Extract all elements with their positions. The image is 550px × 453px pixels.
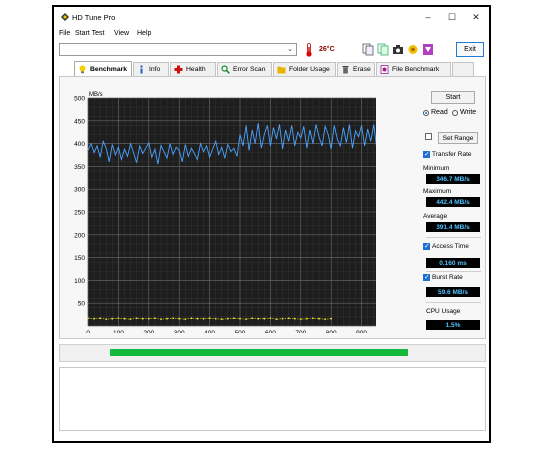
y-left-tick-label: 250 <box>74 210 85 217</box>
read-label: Read <box>431 109 448 116</box>
cpu-usage-label: CPU Usage <box>426 308 461 315</box>
menu-start-test[interactable]: Start Test <box>75 30 104 37</box>
menu-bar: File Start Test View Help <box>54 28 489 40</box>
tab-label: Erase <box>353 66 371 73</box>
folder-icon <box>277 66 286 74</box>
minimum-label: Minimum <box>423 165 450 172</box>
x-tick-label: 400 <box>204 330 215 333</box>
tab-file-benchmark[interactable]: File Benchmark <box>376 62 451 76</box>
drive-select[interactable]: ⌄ <box>59 43 297 56</box>
tab-folder-usage[interactable]: Folder Usage <box>273 62 336 76</box>
x-tick-label: 600 <box>265 330 276 333</box>
tab-label: Benchmark <box>90 65 128 73</box>
y-left-tick-label: 450 <box>74 118 85 125</box>
tab-label: Folder Usage <box>289 66 330 73</box>
transfer-rate-label: Transfer Rate <box>432 151 472 158</box>
y-left-tick-label: 200 <box>74 232 85 239</box>
tab-label: Health <box>186 66 206 73</box>
y-left-tick-label: 350 <box>74 164 85 171</box>
y-left-tick-label: 100 <box>74 278 85 285</box>
health-cross-icon <box>174 65 183 74</box>
file-benchmark-icon <box>380 65 389 74</box>
x-tick-label: 900 <box>356 330 367 333</box>
minimum-value: 346.7 MB/s <box>426 174 480 184</box>
lightbulb-icon <box>79 65 86 73</box>
y-left-tick-label: 150 <box>74 255 85 262</box>
info-icon <box>140 65 143 74</box>
burst-rate-checkbox[interactable] <box>423 273 430 281</box>
copy-info-icon[interactable] <box>377 43 389 56</box>
divider <box>426 271 481 272</box>
trash-icon <box>342 66 349 74</box>
chevron-down-icon: ⌄ <box>287 46 293 53</box>
minimize-button[interactable]: – <box>416 10 440 24</box>
tab-overflow[interactable] <box>452 62 474 76</box>
x-tick-label: 200 <box>143 330 154 333</box>
y-left-tick-label: 400 <box>74 141 85 148</box>
options-icon[interactable] <box>407 43 419 56</box>
access-time-checkbox[interactable] <box>423 242 430 250</box>
magnifier-icon <box>221 65 230 74</box>
app-logo-icon <box>61 13 69 21</box>
write-label: Write <box>460 109 477 116</box>
y-left-tick-label: 500 <box>74 96 85 103</box>
average-value: 391.4 MB/s <box>426 222 480 232</box>
transfer-rate-checkbox[interactable] <box>423 150 430 158</box>
x-tick-label: 0 <box>86 330 90 333</box>
write-radio[interactable]: Write <box>452 109 476 116</box>
screenshot-icon[interactable] <box>392 43 404 56</box>
menu-help[interactable]: Help <box>137 30 151 37</box>
menu-view[interactable]: View <box>114 30 129 37</box>
tab-label: Info <box>149 66 161 73</box>
x-tick-label: 100 <box>113 330 124 333</box>
progress-bar <box>110 349 408 356</box>
tab-benchmark[interactable]: Benchmark <box>74 61 132 76</box>
benchmark-chart: 500450400350300250200150100505.004.504.0… <box>74 92 376 333</box>
start-button[interactable]: Start <box>431 91 475 104</box>
copy-text-icon[interactable] <box>362 43 374 56</box>
maximum-label: Maximum <box>423 188 452 195</box>
title-bar: HD Tune Pro – ☐ ✕ <box>54 7 489 27</box>
window-title: HD Tune Pro <box>72 13 116 22</box>
tab-info[interactable]: Info <box>133 62 169 76</box>
burst-rate-value: 59.6 MB/s <box>426 287 480 297</box>
radio-empty-icon <box>452 109 458 116</box>
divider <box>426 302 481 303</box>
progress-area <box>59 344 486 362</box>
tab-label: Error Scan <box>233 66 266 73</box>
thermometer-icon <box>306 43 312 57</box>
tab-bar: Benchmark Info Health Error Scan Folder … <box>66 61 486 76</box>
maximum-value: 442.4 MB/s <box>426 197 480 207</box>
x-tick-label: 500 <box>235 330 246 333</box>
y-left-tick-label: 50 <box>78 301 86 308</box>
radio-selected-icon <box>423 109 429 116</box>
divider <box>426 237 481 238</box>
maximize-button[interactable]: ☐ <box>440 10 464 24</box>
burst-rate-label: Burst Rate <box>432 274 463 281</box>
log-area <box>59 367 486 431</box>
set-range-checkbox[interactable] <box>425 133 432 140</box>
tab-label: File Benchmark <box>392 66 440 73</box>
average-label: Average <box>423 213 448 220</box>
x-tick-label: 700 <box>295 330 306 333</box>
exit-button[interactable]: Exit <box>456 42 484 57</box>
x-tick-label: 300 <box>174 330 185 333</box>
progress-fill <box>110 349 408 356</box>
y-left-tick-label: 300 <box>74 187 85 194</box>
temperature-readout: 26°C <box>319 46 335 53</box>
menu-file[interactable]: File <box>59 30 70 37</box>
tab-health[interactable]: Health <box>170 62 216 76</box>
access-time-label: Access Time <box>432 243 469 250</box>
tab-erase[interactable]: Erase <box>337 62 375 76</box>
set-range-button[interactable]: Set Range <box>438 132 478 144</box>
read-radio[interactable]: Read <box>423 109 448 116</box>
access-time-value: 0.160 ms <box>426 258 480 268</box>
tab-error-scan[interactable]: Error Scan <box>217 62 272 76</box>
save-icon[interactable] <box>422 43 434 56</box>
cpu-usage-value: 1.5% <box>426 320 480 330</box>
x-tick-label: 800 <box>326 330 337 333</box>
close-button[interactable]: ✕ <box>464 10 488 24</box>
y-left-axis-label: MB/s <box>89 92 103 98</box>
